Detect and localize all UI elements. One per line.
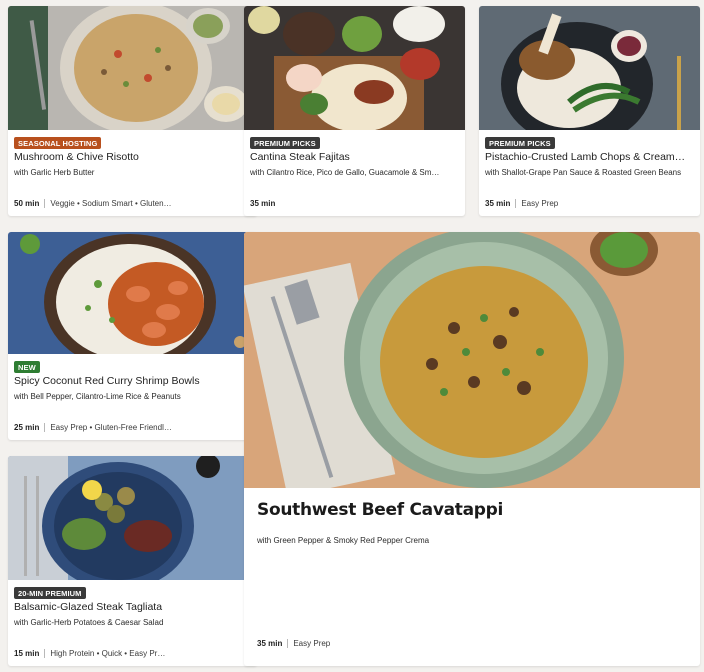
recipe-subtitle: with Cilantro Rice, Pico de Gallo, Guaca…	[250, 168, 440, 177]
recipe-image	[479, 6, 700, 130]
recipe-image	[244, 232, 700, 488]
recipe-card-lamb-chops[interactable]: PREMIUM PICKS Pistachio-Crusted Lamb Cho…	[479, 6, 700, 216]
recipe-badge: 20-MIN PREMIUM	[14, 587, 86, 599]
recipe-title: Spicy Coconut Red Curry Shrimp Bowls	[14, 375, 200, 387]
recipe-meta: 35 min	[250, 199, 459, 208]
recipe-time: 35 min	[485, 199, 511, 208]
recipe-badge: PREMIUM PICKS	[485, 137, 555, 149]
recipe-subtitle: with Garlic Herb Butter	[14, 168, 95, 177]
recipe-card-curry-shrimp[interactable]: NEW Spicy Coconut Red Curry Shrimp Bowls…	[8, 232, 257, 440]
recipe-title: Cantina Steak Fajitas	[250, 151, 350, 163]
recipe-card-featured-beef-cavatappi[interactable]: Southwest Beef Cavatappi with Green Pepp…	[244, 232, 700, 666]
recipe-time: 15 min	[14, 649, 40, 658]
recipe-time: 25 min	[14, 423, 40, 432]
recipe-subtitle: with Bell Pepper, Cilantro-Lime Rice & P…	[14, 392, 181, 401]
recipe-subtitle: with Shallot-Grape Pan Sauce & Roasted G…	[485, 168, 682, 177]
recipe-grid: SEASONAL HOSTING Mushroom & Chive Risott…	[0, 0, 704, 672]
recipe-tags: High Protein • Quick • Easy Pr…	[50, 649, 166, 658]
recipe-card-cantina-fajitas[interactable]: PREMIUM PICKS Cantina Steak Fajitas with…	[244, 6, 465, 216]
meta-divider	[44, 423, 46, 432]
recipe-title: Mushroom & Chive Risotto	[14, 151, 139, 163]
recipe-title: Pistachio-Crusted Lamb Chops & Cream…	[485, 151, 686, 163]
recipe-time: 50 min	[14, 199, 40, 208]
featured-recipe-title: Southwest Beef Cavatappi	[257, 500, 504, 520]
recipe-title: Balsamic-Glazed Steak Tagliata	[14, 601, 163, 613]
recipe-tags: Easy Prep • Gluten-Free Friendl…	[50, 423, 172, 432]
recipe-meta: 50 min Veggie • Sodium Smart • Gluten…	[14, 199, 251, 208]
recipe-image	[8, 232, 257, 354]
recipe-meta: 35 min Easy Prep	[485, 199, 694, 208]
recipe-badge: NEW	[14, 361, 40, 373]
recipe-tags: Easy Prep	[521, 199, 559, 208]
recipe-badge: SEASONAL HOSTING	[14, 137, 102, 149]
meta-divider	[515, 199, 517, 208]
recipe-meta: 15 min High Protein • Quick • Easy Pr…	[14, 649, 251, 658]
recipe-badge: PREMIUM PICKS	[250, 137, 320, 149]
featured-recipe-time: 35 min	[257, 639, 283, 648]
recipe-time: 35 min	[250, 199, 276, 208]
recipe-meta: 25 min Easy Prep • Gluten-Free Friendl…	[14, 423, 251, 432]
recipe-subtitle: with Garlic-Herb Potatoes & Caesar Salad	[14, 618, 164, 627]
recipe-card-mushroom-risotto[interactable]: SEASONAL HOSTING Mushroom & Chive Risott…	[8, 6, 257, 216]
recipe-image	[8, 6, 257, 130]
featured-recipe-subtitle: with Green Pepper & Smoky Red Pepper Cre…	[257, 536, 430, 545]
recipe-tags: Veggie • Sodium Smart • Gluten…	[50, 199, 172, 208]
meta-divider	[44, 199, 46, 208]
recipe-image	[8, 456, 257, 580]
recipe-image	[244, 6, 465, 130]
meta-divider	[287, 639, 289, 648]
meta-divider	[44, 649, 46, 658]
featured-recipe-meta: 35 min Easy Prep	[257, 639, 694, 648]
recipe-card-steak-tagliata[interactable]: 20-MIN PREMIUM Balsamic-Glazed Steak Tag…	[8, 456, 257, 666]
featured-recipe-tags: Easy Prep	[293, 639, 331, 648]
